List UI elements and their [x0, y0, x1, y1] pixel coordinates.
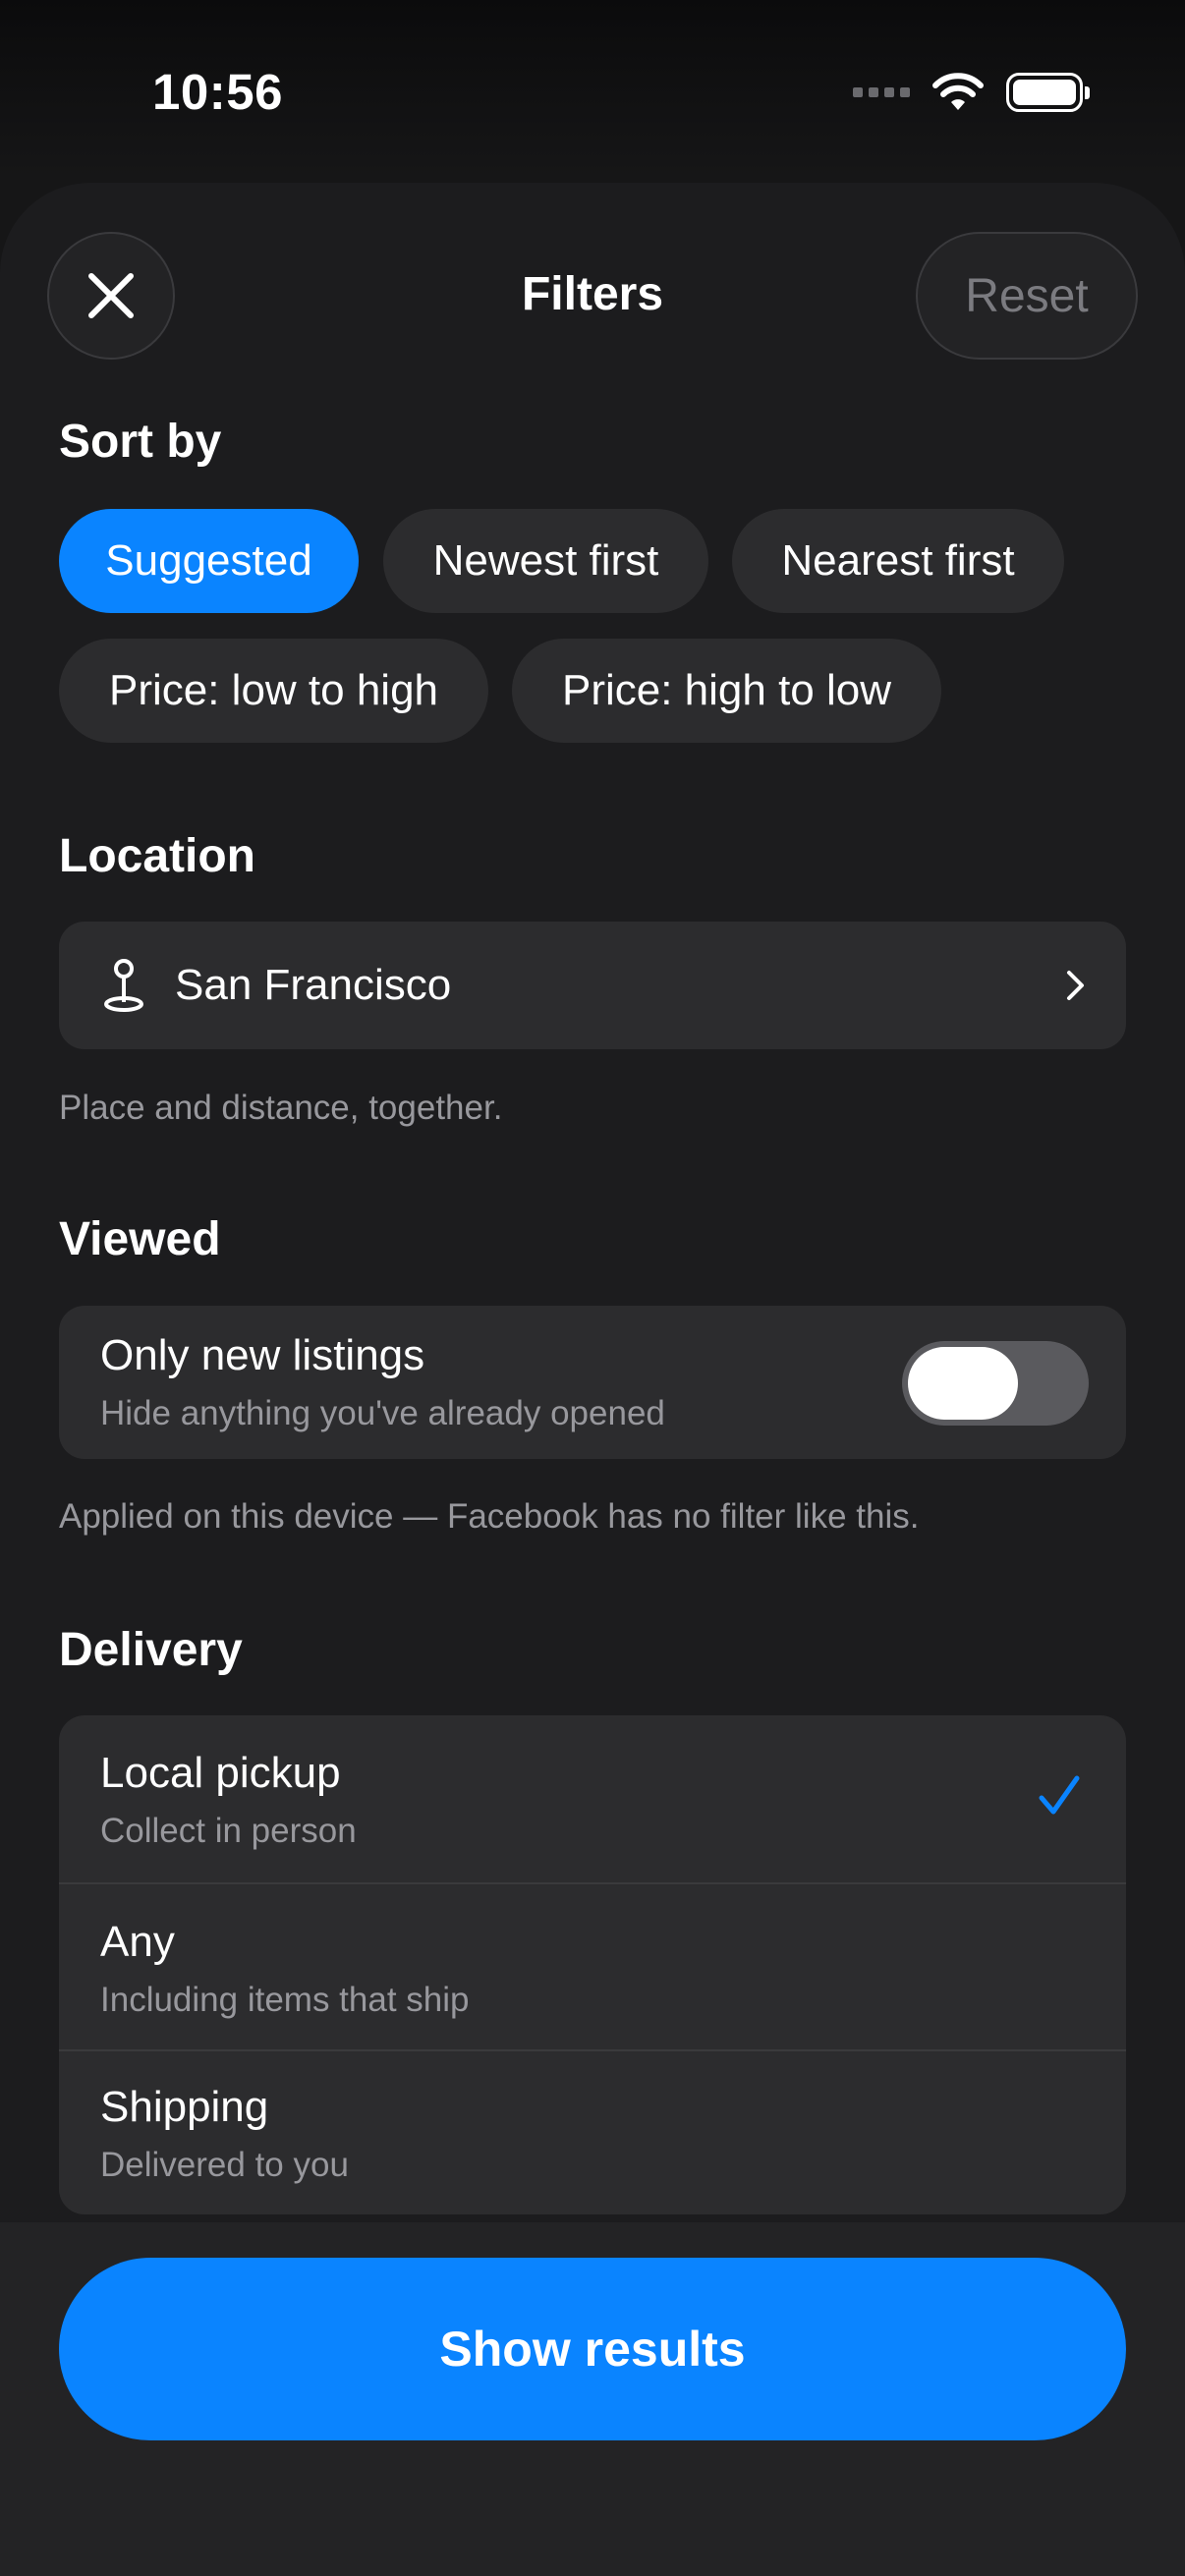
sort-section-title: Sort by [59, 416, 222, 468]
toggle-title: Only new listings [100, 1331, 425, 1379]
location-section-title: Location [59, 830, 255, 882]
delivery-options: Local pickup Collect in person Any Inclu… [59, 1715, 1126, 2214]
location-caption: Place and distance, together. [59, 1089, 503, 1127]
viewed-caption: Applied on this device — Facebook has no… [59, 1497, 920, 1536]
delivery-option-local-pickup[interactable]: Local pickup Collect in person [59, 1715, 1126, 1882]
reset-button[interactable]: Reset [916, 232, 1138, 360]
cellular-signal-icon [853, 87, 910, 97]
location-value: San Francisco [175, 961, 452, 1009]
delivery-option-any[interactable]: Any Including items that ship [59, 1882, 1126, 2049]
filters-sheet: Filters Reset Sort by Suggested Newest f… [0, 183, 1185, 2576]
sort-chip-nearest[interactable]: Nearest first [732, 509, 1064, 613]
checkmark-icon [1039, 1775, 1080, 1815]
only-new-listings-row: Only new listings Hide anything you've a… [59, 1306, 1126, 1459]
delivery-option-shipping[interactable]: Shipping Delivered to you [59, 2049, 1126, 2214]
location-selector[interactable]: San Francisco [59, 922, 1126, 1049]
viewed-section-title: Viewed [59, 1213, 221, 1265]
status-time: 10:56 [152, 64, 283, 120]
chevron-right-icon [1067, 971, 1084, 1000]
delivery-option-subtitle: Delivered to you [100, 2146, 349, 2184]
toggle-knob [908, 1347, 1018, 1420]
sort-chip-newest[interactable]: Newest first [383, 509, 708, 613]
location-pin-icon [104, 959, 143, 1012]
screen: 10:56 Filters Reset Sort by Suggested Ne… [0, 0, 1185, 2576]
delivery-option-subtitle: Collect in person [100, 1812, 357, 1850]
wifi-icon [932, 73, 984, 110]
show-results-button[interactable]: Show results [59, 2258, 1126, 2440]
sheet-header: Filters Reset [0, 183, 1185, 409]
delivery-option-subtitle: Including items that ship [100, 1981, 470, 2019]
toggle-subtitle: Hide anything you've already opened [100, 1394, 665, 1432]
sort-chip-price-high-low[interactable]: Price: high to low [512, 639, 941, 743]
only-new-listings-toggle[interactable] [902, 1341, 1089, 1426]
delivery-option-title: Local pickup [100, 1749, 341, 1797]
delivery-option-title: Shipping [100, 2083, 269, 2131]
sort-chip-suggested[interactable]: Suggested [59, 509, 359, 613]
battery-icon [1006, 73, 1090, 112]
delivery-option-title: Any [100, 1918, 175, 1966]
delivery-section-title: Delivery [59, 1624, 243, 1676]
status-icons [853, 73, 1090, 112]
sort-chip-price-low-high[interactable]: Price: low to high [59, 639, 488, 743]
